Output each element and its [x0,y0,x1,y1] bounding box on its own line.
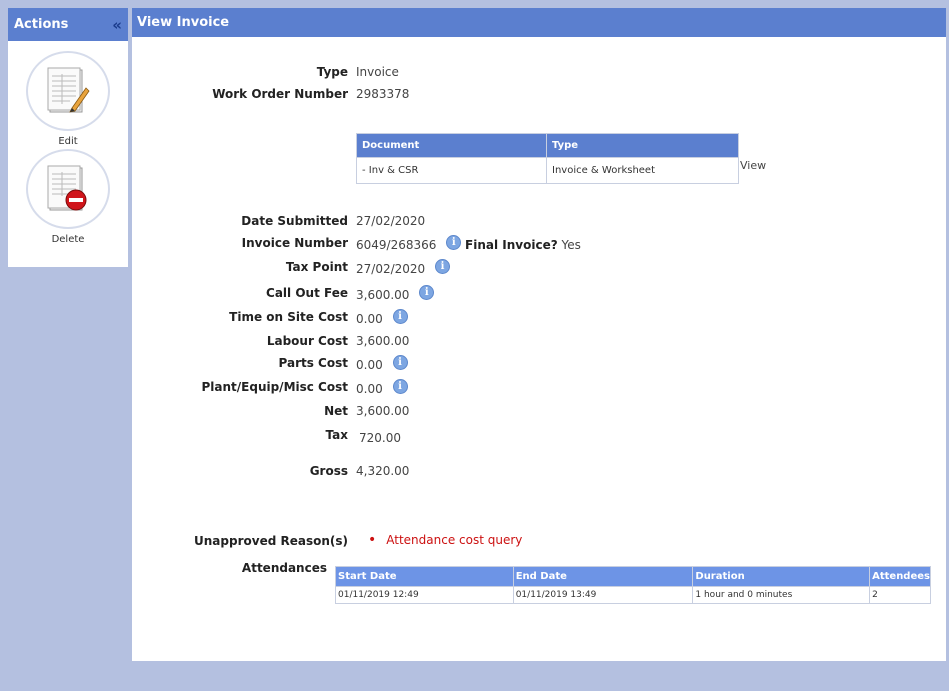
call-out-fee-label: Call Out Fee [266,286,348,300]
unapproved-label: Unapproved Reason(s) [194,534,348,548]
time-on-site-value: 0.00 [356,312,383,326]
unapproved-reason: Attendance cost query [386,533,523,547]
attendances-header-end: End Date [512,566,694,587]
edit-button[interactable]: Edit [8,51,128,147]
invoice-number-label: Invoice Number [241,236,348,250]
invoice-number-value: 6049/268366 i Final Invoice? Yes [356,235,581,253]
work-order-label: Work Order Number [212,87,348,101]
attendance-duration-cell: 1 hour and 0 minutes [692,586,871,604]
attendance-attendees-cell: 2 [869,586,931,604]
attendances-label: Attendances [241,561,327,575]
document-delete-icon[interactable] [26,149,110,229]
time-on-site-label: Time on Site Cost [229,310,348,324]
documents-table: Document Type - Inv & CSR Invoice & Work… [356,133,739,184]
table-row: 01/11/2019 12:49 01/11/2019 13:49 1 hour… [335,586,931,604]
parts-cost-value: 0.00 [356,358,383,372]
type-label: Type [316,65,348,79]
attendances-header-duration: Duration [692,566,871,587]
date-submitted-value: 27/02/2020 [356,214,426,228]
work-order-value: 2983378 [356,87,410,101]
tax-value: 720.00 [359,431,401,445]
net-value: 3,600.00 [356,404,410,418]
attendances-header-start: Start Date [335,566,514,587]
info-icon[interactable]: i [392,379,408,394]
call-out-fee-value: 3,600.00 [356,288,410,302]
document-name-cell: - Inv & CSR [356,157,547,184]
call-out-fee-value-wrap: 3,600.00 i [356,285,435,303]
info-icon[interactable]: i [446,235,462,250]
attendances-table: Start Date End Date Duration Attendees 0… [335,566,931,604]
tax-point-label: Tax Point [285,260,348,274]
page-title: View Invoice [132,8,946,37]
view-document-link[interactable]: View [740,159,766,172]
unapproved-reason-item: • Attendance cost query [368,532,522,548]
labour-cost-value: 3,600.00 [356,334,410,348]
time-on-site-value-wrap: 0.00 i [356,309,408,327]
parts-cost-value-wrap: 0.00 i [356,355,408,373]
tax-point-value-wrap: 27/02/2020 i [356,259,450,277]
document-edit-icon[interactable] [26,51,110,131]
type-value: Invoice [356,65,399,79]
collapse-icon[interactable]: « [112,16,122,34]
documents-header-document: Document [356,133,547,158]
info-icon[interactable]: i [419,285,435,300]
info-icon[interactable]: i [392,309,408,324]
attendance-end-cell: 01/11/2019 13:49 [512,586,694,604]
view-invoice-panel: View Invoice Type Invoice Work Order Num… [132,8,946,661]
labour-cost-label: Labour Cost [266,334,348,348]
date-submitted-label: Date Submitted [241,214,348,228]
actions-header: Actions « [8,8,128,41]
tax-label: Tax [325,428,348,442]
info-icon[interactable]: i [392,355,408,370]
documents-header-type: Type [546,133,739,158]
final-invoice-value: Yes [561,238,581,252]
attendances-header-attendees: Attendees [869,566,931,587]
bullet-icon: • [368,532,377,548]
final-invoice-label: Final Invoice? [465,238,558,252]
attendance-start-cell: 01/11/2019 12:49 [335,586,514,604]
delete-button[interactable]: Delete [8,149,128,245]
plant-cost-value-wrap: 0.00 i [356,379,408,397]
document-type-cell: Invoice & Worksheet [546,157,739,184]
tax-point-value: 27/02/2020 [356,262,426,276]
delete-label: Delete [51,234,85,245]
invoice-number-text: 6049/268366 [356,238,437,252]
actions-panel: Actions « Edit Delete [8,8,128,267]
plant-cost-value: 0.00 [356,382,383,396]
net-label: Net [324,404,348,418]
parts-cost-label: Parts Cost [278,356,348,370]
table-row: - Inv & CSR Invoice & Worksheet [356,157,739,184]
info-icon[interactable]: i [435,259,450,274]
edit-label: Edit [58,136,78,147]
gross-value: 4,320.00 [356,464,410,478]
plant-cost-label: Plant/Equip/Misc Cost [201,380,348,394]
gross-label: Gross [309,464,348,478]
actions-title: Actions [14,17,69,32]
